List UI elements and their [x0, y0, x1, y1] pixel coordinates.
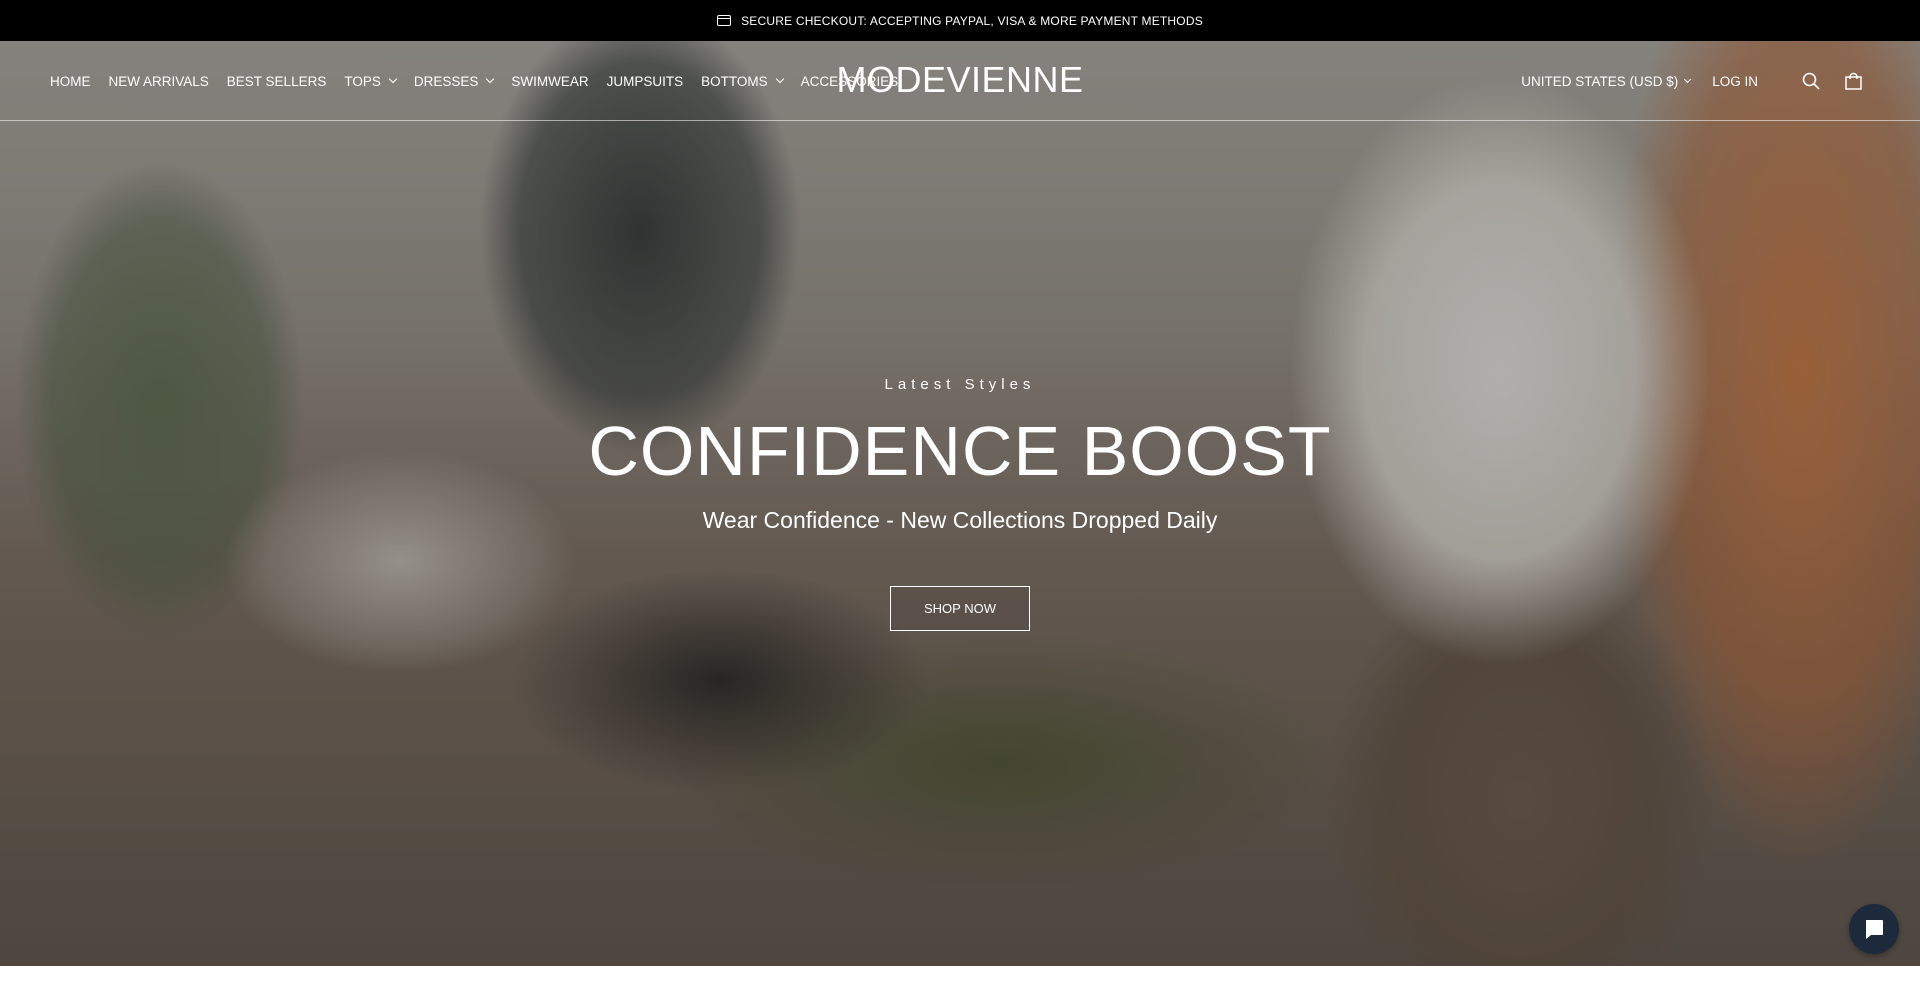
nav-label: BEST SELLERS — [226, 73, 327, 89]
nav-label: SWIMWEAR — [511, 73, 589, 89]
nav-tops[interactable]: TOPS — [344, 73, 398, 89]
nav-label: HOME — [50, 73, 91, 89]
main-nav: HOME NEW ARRIVALS BEST SELLERS TOPS DRES… — [50, 41, 916, 121]
hero-content: Latest Styles CONFIDENCE BOOST Wear Conf… — [0, 41, 1920, 966]
hero-subheadline: Wear Confidence - New Collections Droppe… — [702, 507, 1218, 533]
hero-headline: CONFIDENCE BOOST — [588, 412, 1332, 490]
nav-label: NEW ARRIVALS — [108, 73, 209, 89]
nav-jumpsuits[interactable]: JUMPSUITS — [607, 74, 684, 89]
credit-card-icon — [717, 15, 732, 26]
nav-label: DRESSES — [413, 73, 479, 89]
chevron-down-icon — [486, 74, 495, 84]
nav-home[interactable]: HOME — [50, 74, 91, 89]
nav-new-arrivals[interactable]: NEW ARRIVALS — [109, 74, 209, 89]
nav-label: BOTTOMS — [701, 73, 768, 89]
nav-dresses[interactable]: DRESSES — [413, 73, 495, 89]
hero-eyebrow: Latest Styles — [884, 376, 1036, 393]
shop-now-button[interactable]: SHOP NOW — [890, 586, 1030, 631]
search-icon[interactable] — [1800, 70, 1822, 92]
header-actions: UNITED STATES (USD $) LOG IN — [1521, 41, 1864, 121]
site-logo[interactable]: MODEVIENNE — [836, 59, 1083, 100]
page-below-fold — [0, 966, 1920, 993]
cart-icon[interactable] — [1842, 70, 1864, 92]
chevron-down-icon — [775, 74, 784, 84]
chevron-down-icon — [1684, 75, 1692, 83]
chat-bubble-icon — [1866, 920, 1883, 939]
chat-button[interactable] — [1849, 904, 1899, 954]
nav-best-sellers[interactable]: BEST SELLERS — [227, 74, 327, 89]
announcement-bar: SECURE CHECKOUT: ACCEPTING PAYPAL, VISA … — [0, 0, 1920, 41]
chevron-down-icon — [388, 74, 398, 84]
nav-bottoms[interactable]: BOTTOMS — [701, 73, 784, 89]
country-label: UNITED STATES (USD $) — [1521, 73, 1679, 89]
site-header: HOME NEW ARRIVALS BEST SELLERS TOPS DRES… — [0, 41, 1920, 121]
login-link[interactable]: LOG IN — [1712, 74, 1758, 89]
nav-label: JUMPSUITS — [606, 73, 684, 89]
announcement-text: SECURE CHECKOUT: ACCEPTING PAYPAL, VISA … — [741, 13, 1203, 28]
nav-swimwear[interactable]: SWIMWEAR — [511, 74, 588, 89]
country-selector[interactable]: UNITED STATES (USD $) — [1521, 73, 1692, 89]
nav-label: TOPS — [344, 73, 381, 89]
